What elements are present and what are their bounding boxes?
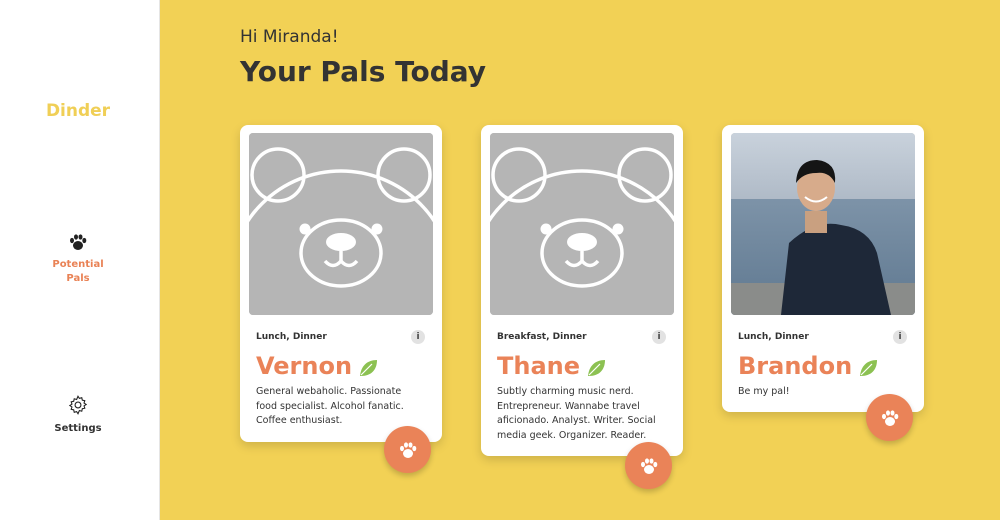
greeting-text: Hi Miranda! [240, 27, 339, 47]
invite-button[interactable] [866, 394, 913, 441]
paw-icon [881, 409, 898, 426]
gear-icon [68, 395, 88, 415]
bear-placeholder-image [249, 133, 433, 315]
sidebar: Dinder Potential Pals Settings [0, 0, 160, 520]
sidebar-item-label: Potential [52, 259, 104, 270]
page-title: Your Pals Today [240, 55, 487, 88]
brand-logo[interactable]: Dinder [0, 101, 156, 121]
pal-photo [731, 133, 915, 315]
paw-icon [399, 441, 416, 458]
sidebar-item-potential-pals[interactable]: Potential Pals [0, 232, 156, 286]
meal-times: Lunch, Dinner [256, 332, 327, 342]
leaf-icon [360, 360, 378, 376]
main-content: Hi Miranda! Your Pals Today Lunch, Dinne… [160, 0, 1000, 520]
sidebar-item-settings[interactable]: Settings [0, 394, 156, 436]
pal-card[interactable]: Lunch, Dinner i Brandon Be my pal! [722, 125, 924, 441]
pal-bio: General webaholic. Passionate food speci… [256, 386, 404, 426]
sidebar-item-label: Pals [66, 273, 90, 284]
info-button[interactable]: i [893, 330, 907, 344]
leaf-icon [860, 360, 878, 376]
invite-button[interactable] [384, 426, 431, 473]
sidebar-item-label: Settings [54, 423, 102, 434]
meal-times: Lunch, Dinner [738, 332, 809, 342]
paw-icon [70, 234, 87, 250]
info-button[interactable]: i [411, 330, 425, 344]
bear-placeholder-image [490, 133, 674, 315]
paw-icon [640, 457, 657, 474]
meal-times: Breakfast, Dinner [497, 332, 587, 342]
pal-bio: Subtly charming music nerd. Entrepreneur… [497, 386, 656, 441]
pal-card[interactable]: Breakfast, Dinner i Thane Subtly charmin… [481, 125, 683, 489]
pal-name: Thane [497, 352, 581, 380]
leaf-icon [588, 360, 606, 376]
info-button[interactable]: i [652, 330, 666, 344]
invite-button[interactable] [625, 442, 672, 489]
pal-name: Brandon [738, 352, 853, 380]
pal-name: Vernon [256, 352, 353, 380]
pal-card[interactable]: Lunch, Dinner i Vernon General webaholic… [240, 125, 442, 473]
